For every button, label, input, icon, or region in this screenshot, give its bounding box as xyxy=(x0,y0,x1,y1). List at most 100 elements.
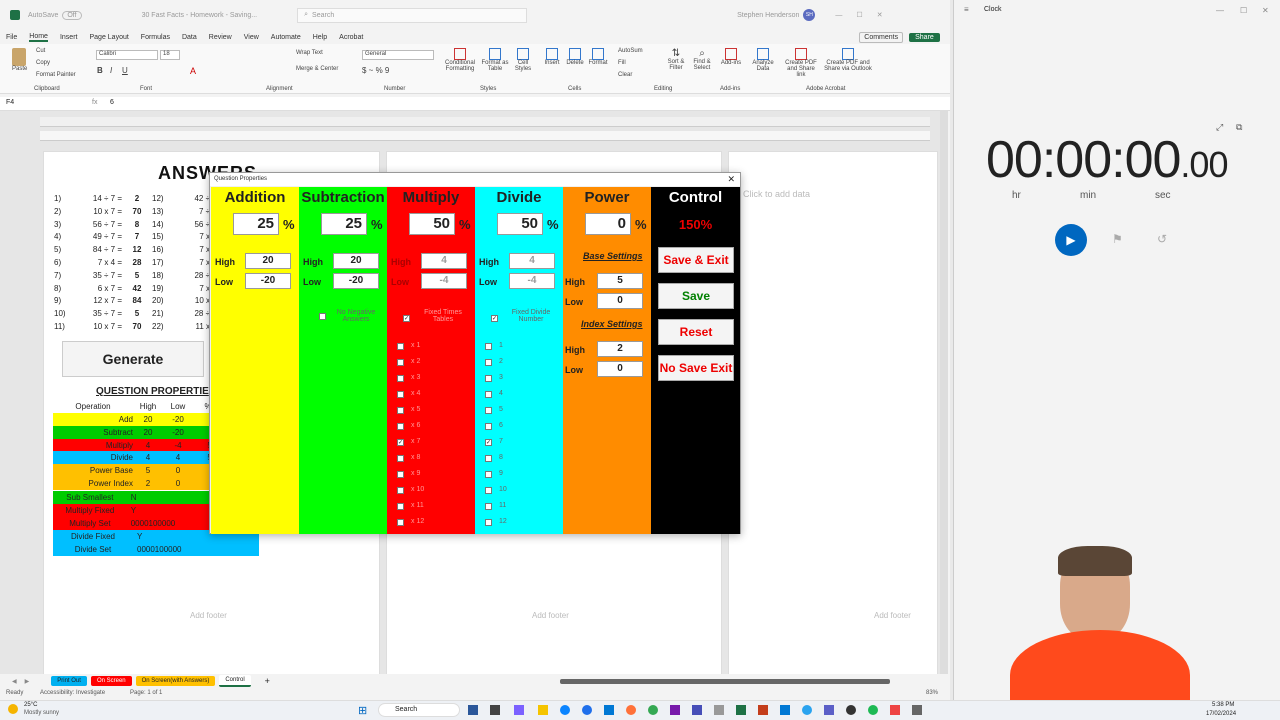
close-icon[interactable]: ✕ xyxy=(1262,6,1269,15)
app-icon[interactable] xyxy=(604,705,614,715)
app-icon[interactable] xyxy=(912,705,922,715)
divide-item-checkbox[interactable] xyxy=(485,407,492,414)
app-icon[interactable] xyxy=(846,705,856,715)
divide-item-checkbox[interactable] xyxy=(485,519,492,526)
nav-prev-icon[interactable]: ◀ xyxy=(12,678,17,685)
minimize-icon[interactable]: — xyxy=(1216,6,1224,15)
multiply-item-checkbox[interactable] xyxy=(397,519,404,526)
formula-input[interactable]: 6 xyxy=(110,99,114,106)
maximize-icon[interactable]: ☐ xyxy=(1240,6,1247,15)
fixed-divide-checkbox[interactable]: ✓ xyxy=(491,315,498,322)
vertical-scrollbar[interactable] xyxy=(940,111,948,676)
font-name-select[interactable]: Calibri xyxy=(96,50,158,60)
multiply-item-checkbox[interactable] xyxy=(397,423,404,430)
multiply-item-checkbox[interactable] xyxy=(397,471,404,478)
footer-placeholder[interactable]: Add footer xyxy=(190,611,227,620)
horizontal-scrollbar[interactable] xyxy=(559,678,890,684)
multiply-item-checkbox[interactable] xyxy=(397,343,404,350)
tab-formulas[interactable]: Formulas xyxy=(141,34,170,41)
underline-button[interactable]: U xyxy=(122,66,128,75)
tab-file[interactable]: File xyxy=(6,34,17,41)
autosave-toggle[interactable]: Off xyxy=(62,10,82,20)
subtraction-percent-input[interactable]: 25 xyxy=(321,213,367,235)
app-icon[interactable] xyxy=(514,705,524,715)
status-accessibility[interactable]: Accessibility: Investigate xyxy=(40,690,105,696)
divide-item-checkbox[interactable] xyxy=(485,359,492,366)
taskbar-date[interactable]: 17/02/2024 xyxy=(1206,711,1236,717)
multiply-item-checkbox[interactable]: ✓ xyxy=(397,439,404,446)
comments-button[interactable]: Comments xyxy=(859,31,904,43)
multiply-item-checkbox[interactable] xyxy=(397,359,404,366)
save-button[interactable]: Save xyxy=(658,283,734,309)
nav-next-icon[interactable]: ▶ xyxy=(25,678,30,685)
multiply-percent-input[interactable]: 50 xyxy=(409,213,455,235)
conditional-formatting-button[interactable]: Conditional Formatting xyxy=(444,48,476,72)
tab-page-layout[interactable]: Page Layout xyxy=(89,34,128,41)
multiply-item-checkbox[interactable] xyxy=(397,375,404,382)
name-box[interactable]: F4 xyxy=(6,99,46,106)
power-percent-input[interactable]: 0 xyxy=(585,213,631,235)
reset-button[interactable]: Reset xyxy=(658,319,734,345)
multiply-high-input[interactable]: 4 xyxy=(421,253,467,269)
divide-item-checkbox[interactable] xyxy=(485,471,492,478)
font-color-icon[interactable]: A xyxy=(190,66,196,76)
powerpoint-icon[interactable] xyxy=(758,705,768,715)
multiply-item-checkbox[interactable] xyxy=(397,407,404,414)
bold-button[interactable]: B xyxy=(97,66,103,75)
paste-button[interactable]: Paste xyxy=(12,48,27,72)
app-icon[interactable] xyxy=(802,705,812,715)
divide-item-checkbox[interactable] xyxy=(485,455,492,462)
windows-start-icon[interactable]: ⊞ xyxy=(358,704,367,717)
outlook-icon[interactable] xyxy=(780,705,790,715)
generate-button[interactable]: Generate xyxy=(62,341,204,377)
click-to-add-data[interactable]: Click to add data xyxy=(743,189,810,199)
autosum-button[interactable]: AutoSum xyxy=(618,48,643,54)
taskbar-time[interactable]: 5:38 PM xyxy=(1212,702,1234,708)
divide-item-checkbox[interactable] xyxy=(485,343,492,350)
spotify-icon[interactable] xyxy=(868,705,878,715)
folder-icon[interactable] xyxy=(538,705,548,715)
teams-icon[interactable] xyxy=(692,705,702,715)
clear-button[interactable]: Clear xyxy=(618,72,632,78)
create-pdf-link-button[interactable]: Create PDF and Share link xyxy=(782,48,820,78)
chrome-icon[interactable] xyxy=(648,705,658,715)
app-icon[interactable] xyxy=(490,705,500,715)
tab-review[interactable]: Review xyxy=(209,34,232,41)
cell-styles-button[interactable]: Cell Styles xyxy=(512,48,534,72)
sheet-tab-print-out[interactable]: Print Out xyxy=(51,676,87,686)
tab-help[interactable]: Help xyxy=(313,34,327,41)
cut-button[interactable]: Cut xyxy=(36,48,45,54)
power-base-high-input[interactable]: 5 xyxy=(597,273,643,289)
tab-home[interactable]: Home xyxy=(29,33,48,42)
addition-percent-input[interactable]: 25 xyxy=(233,213,279,235)
multiply-low-input[interactable]: -4 xyxy=(421,273,467,289)
app-icon[interactable] xyxy=(714,705,724,715)
app-icon[interactable] xyxy=(890,705,900,715)
divide-item-checkbox[interactable] xyxy=(485,487,492,494)
divide-high-input[interactable]: 4 xyxy=(509,253,555,269)
power-base-low-input[interactable]: 0 xyxy=(597,293,643,309)
sort-filter-button[interactable]: ⇅ Sort & Filter xyxy=(664,48,688,71)
power-index-low-input[interactable]: 0 xyxy=(597,361,643,377)
addition-high-input[interactable]: 20 xyxy=(245,253,291,269)
tab-data[interactable]: Data xyxy=(182,34,197,41)
format-cells-button[interactable]: Format xyxy=(588,48,608,66)
menu-icon[interactable]: ≡ xyxy=(964,5,969,14)
no-negative-checkbox[interactable] xyxy=(319,313,326,320)
addition-low-input[interactable]: -20 xyxy=(245,273,291,289)
divide-item-checkbox[interactable] xyxy=(485,391,492,398)
divide-low-input[interactable]: -4 xyxy=(509,273,555,289)
delete-cells-button[interactable]: Delete xyxy=(565,48,585,66)
firefox-icon[interactable] xyxy=(626,705,636,715)
divide-item-checkbox[interactable] xyxy=(485,503,492,510)
multiply-item-checkbox[interactable] xyxy=(397,391,404,398)
close-icon[interactable]: ✕ xyxy=(877,11,883,19)
excel-taskbar-icon[interactable] xyxy=(736,705,746,715)
footer-placeholder[interactable]: Add footer xyxy=(532,611,569,620)
app-icon[interactable] xyxy=(582,705,592,715)
currency-format-icon[interactable]: $ ~ % 9 xyxy=(362,66,389,75)
analyze-data-button[interactable]: Analyze Data xyxy=(750,48,776,72)
format-as-table-button[interactable]: Format as Table xyxy=(480,48,510,72)
add-sheet-icon[interactable]: + xyxy=(265,676,270,686)
sheet-tab-on-screen[interactable]: On Screen xyxy=(90,676,132,686)
